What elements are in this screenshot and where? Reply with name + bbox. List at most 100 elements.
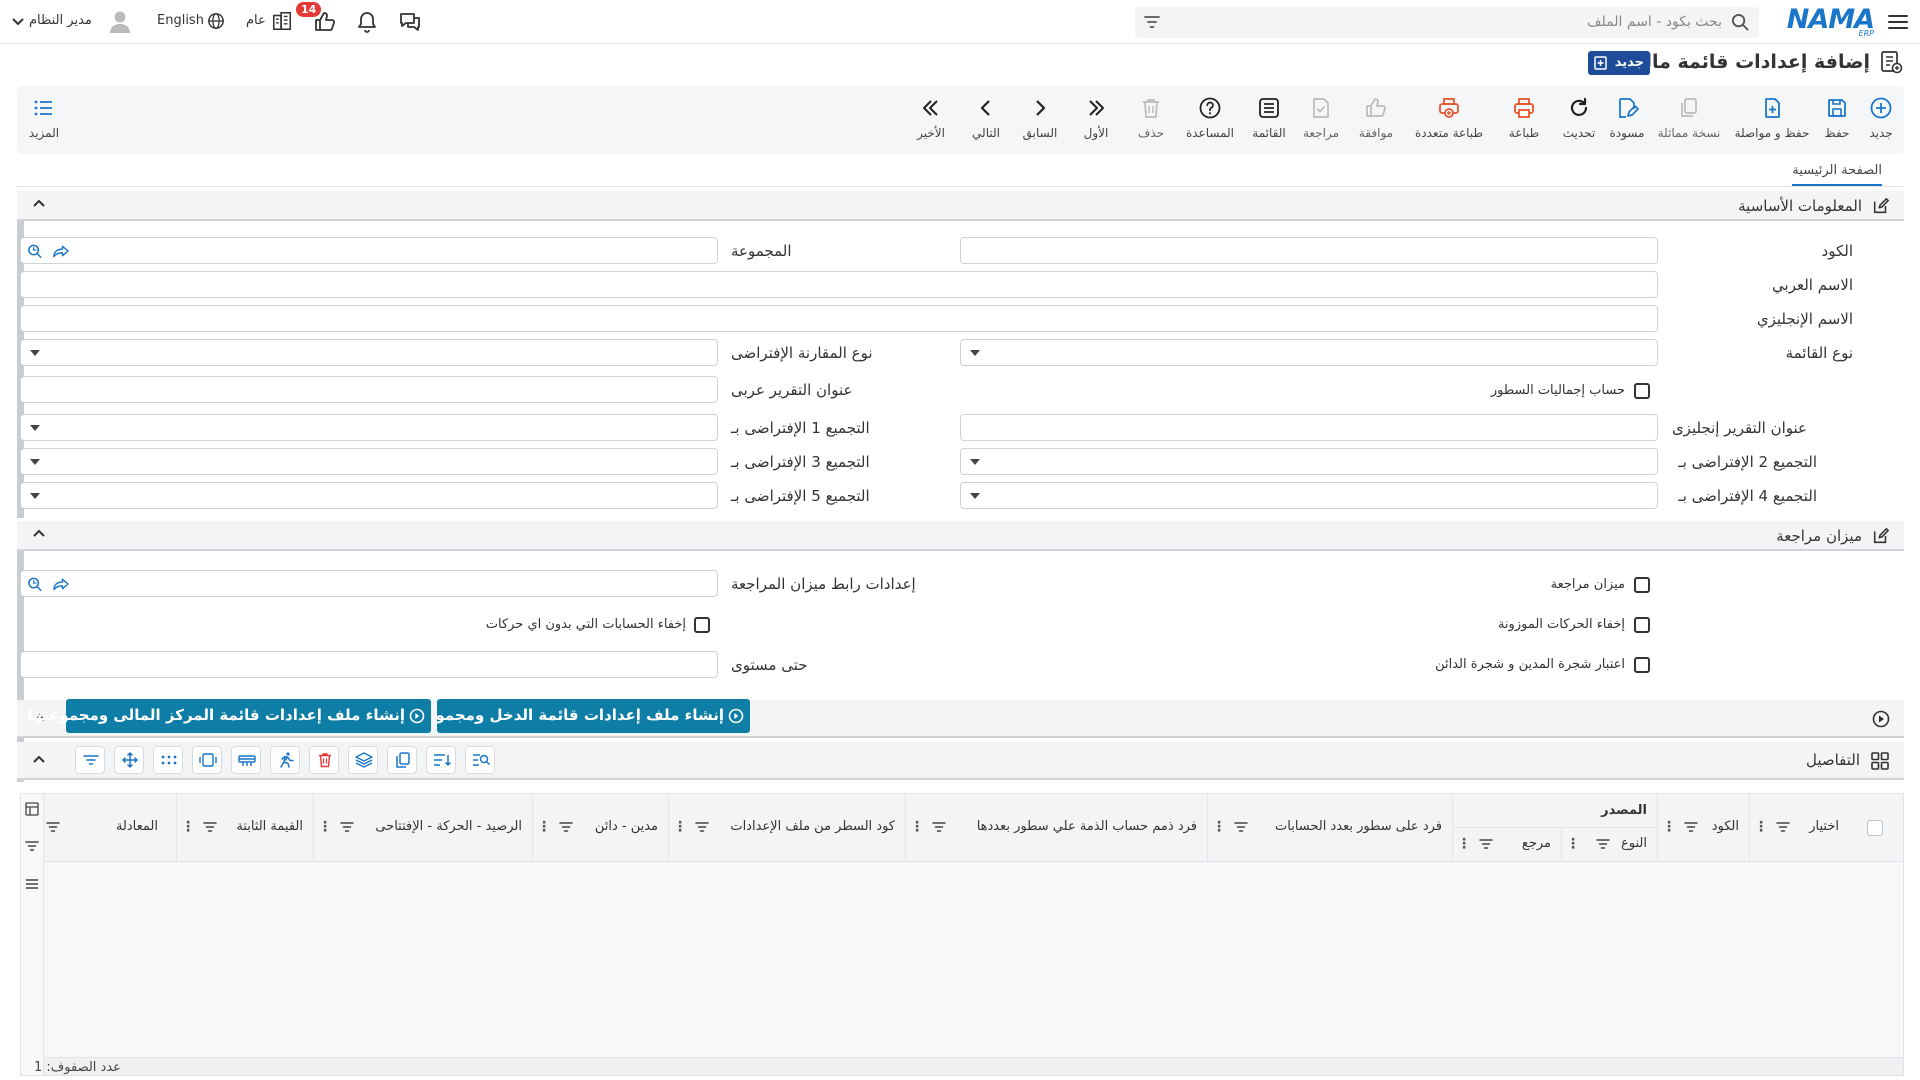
grid-col-line-code[interactable]: كود السطر من ملف الإعدادات ⋮ [668,794,905,862]
grid-col-type[interactable]: النوع ⋮ [1561,828,1657,862]
filter-icon[interactable] [46,821,60,833]
approve-button[interactable]: موافقة [1348,96,1404,148]
filter-icon[interactable] [559,821,573,833]
trial-balance-checkbox[interactable] [1634,577,1650,593]
share-arrow-icon[interactable] [53,244,70,258]
review-button[interactable]: مراجعة [1293,96,1349,148]
report-title-en-input[interactable] [960,414,1658,441]
globe-icon[interactable] [207,12,225,30]
create-income-settings-button[interactable]: إنشاء ملف إعدادات قائمة الدخل ومجموعتها [404,699,750,733]
next-record-button[interactable]: التالي [968,96,1004,148]
grid-filter-button[interactable] [75,746,105,774]
chevron-down-icon[interactable] [12,17,24,27]
column-menu-icon[interactable]: ⋮ [673,819,687,835]
search-input[interactable]: بحث بكود - اسم الملف [1135,7,1759,38]
debtor-creditor-tree-checkbox[interactable] [1634,657,1650,673]
save-continue-button[interactable]: حفظ و مواصلة [1730,96,1814,148]
grid-move-button[interactable] [114,746,144,774]
default-comparison-select[interactable] [20,339,718,366]
building-icon[interactable] [271,10,293,32]
chevron-up-icon[interactable] [33,755,45,764]
general-label[interactable]: عام [246,13,266,28]
table-settings-icon[interactable] [25,802,39,816]
menu-icon[interactable] [1886,10,1910,34]
multi-print-button[interactable]: طباعة متعددة [1408,96,1490,148]
user-avatar-icon[interactable] [107,8,133,34]
nama-erp-logo[interactable]: NAMA ERP [1786,4,1875,38]
last-record-button[interactable]: الأخير [911,96,951,148]
grid-search-button[interactable] [465,746,495,774]
grid-copy-button[interactable] [387,746,417,774]
filter-icon[interactable] [1143,14,1161,30]
draft-button[interactable]: مسودة [1604,96,1650,148]
first-record-button[interactable]: الأول [1078,96,1114,148]
refresh-button[interactable]: تحديث [1556,96,1602,148]
grid-density-button[interactable] [153,746,183,774]
default-group4-select[interactable] [960,482,1658,509]
column-menu-icon[interactable]: ⋮ [1662,819,1676,835]
duplicate-button[interactable]: نسخة مماثلة [1652,96,1726,148]
filter-icon[interactable] [695,821,709,833]
tab-home[interactable]: الصفحة الرئيسية [1792,163,1882,186]
grid-sort-button[interactable] [426,746,456,774]
report-title-ar-input[interactable] [20,376,718,403]
filter-icon[interactable] [1479,838,1493,850]
column-menu-icon[interactable]: ⋮ [1566,836,1580,852]
grid-col-select[interactable]: اختيار ⋮ [1749,794,1849,862]
column-menu-icon[interactable]: ⋮ [537,819,551,835]
column-menu-icon[interactable]: ⋮ [910,819,924,835]
filter-icon[interactable] [340,821,354,833]
trial-balance-section-header[interactable]: ميزان مراجعة [17,521,1904,551]
link-settings-input[interactable] [20,570,718,597]
language-switch[interactable]: English [157,13,204,28]
save-button[interactable]: حفظ [1814,96,1860,148]
more-button[interactable]: المزيد [23,96,65,148]
previous-record-button[interactable]: السابق [1020,96,1060,148]
default-group3-select[interactable] [20,448,718,475]
search-refresh-icon[interactable] [27,576,44,592]
column-menu-icon[interactable]: ⋮ [1212,819,1226,835]
grid-layers-button[interactable] [348,746,378,774]
menu-lines-icon[interactable] [25,878,39,890]
grid-col-balance[interactable]: الرصيد - الحركة - الإفتتاحى ⋮ [313,794,532,862]
list-button[interactable]: القائمة [1246,96,1292,148]
user-name[interactable]: مدير النظام [29,13,92,28]
default-group1-select[interactable] [20,414,718,441]
grid-col-fixed-value[interactable]: القيمة الثابتة ⋮ [176,794,313,862]
english-name-input[interactable] [20,305,1658,332]
grid-col-code[interactable]: الكود ⋮ [1657,794,1749,862]
filter-icon[interactable] [932,821,946,833]
group-input[interactable] [20,237,718,264]
grid-run-button[interactable] [270,746,300,774]
create-financial-position-button[interactable]: إنشاء ملف إعدادات قائمة المركز المالى وم… [27,699,431,733]
search-refresh-icon[interactable] [27,243,44,259]
column-menu-icon[interactable]: ⋮ [181,819,195,835]
list-type-select[interactable] [960,339,1658,366]
hide-no-movement-checkbox[interactable] [694,617,710,633]
delete-button[interactable]: حذف [1131,96,1171,148]
code-input[interactable] [960,237,1658,264]
grid-col-debit-credit[interactable]: مدين - دائن ⋮ [532,794,668,862]
grid-col-reference[interactable]: مرجع ⋮ [1452,828,1561,862]
details-section-header[interactable]: التفاصيل [17,742,1904,780]
grid-col-spread-debit[interactable]: فرد ذمم حساب الذمة علي سطور بعددها ⋮ [905,794,1207,862]
default-group5-select[interactable] [20,482,718,509]
play-circle-icon[interactable] [1872,710,1890,728]
print-button[interactable]: طباعة [1501,96,1547,148]
share-arrow-icon[interactable] [53,577,70,591]
grid-horizontal-scrollbar[interactable] [44,1057,1903,1075]
grid-col-spread-by-accounts[interactable]: فرد على سطور بعدد الحسابات ⋮ [1207,794,1452,862]
hide-balanced-checkbox[interactable] [1634,617,1650,633]
chevron-up-icon[interactable] [33,529,45,538]
filter-icon[interactable] [1596,838,1610,850]
select-all-checkbox[interactable] [1867,820,1883,836]
help-button[interactable]: المساعدة [1182,96,1238,148]
filter-icon[interactable] [1234,821,1248,833]
line-totals-checkbox[interactable] [1634,383,1650,399]
grid-col-equation[interactable]: المعادلة [43,794,176,862]
new-button[interactable]: جديد [1858,96,1904,148]
filter-icon[interactable] [1684,821,1698,833]
default-group2-select[interactable] [960,448,1658,475]
chat-icon[interactable] [398,10,422,34]
grid-fit-width-button[interactable] [192,746,222,774]
